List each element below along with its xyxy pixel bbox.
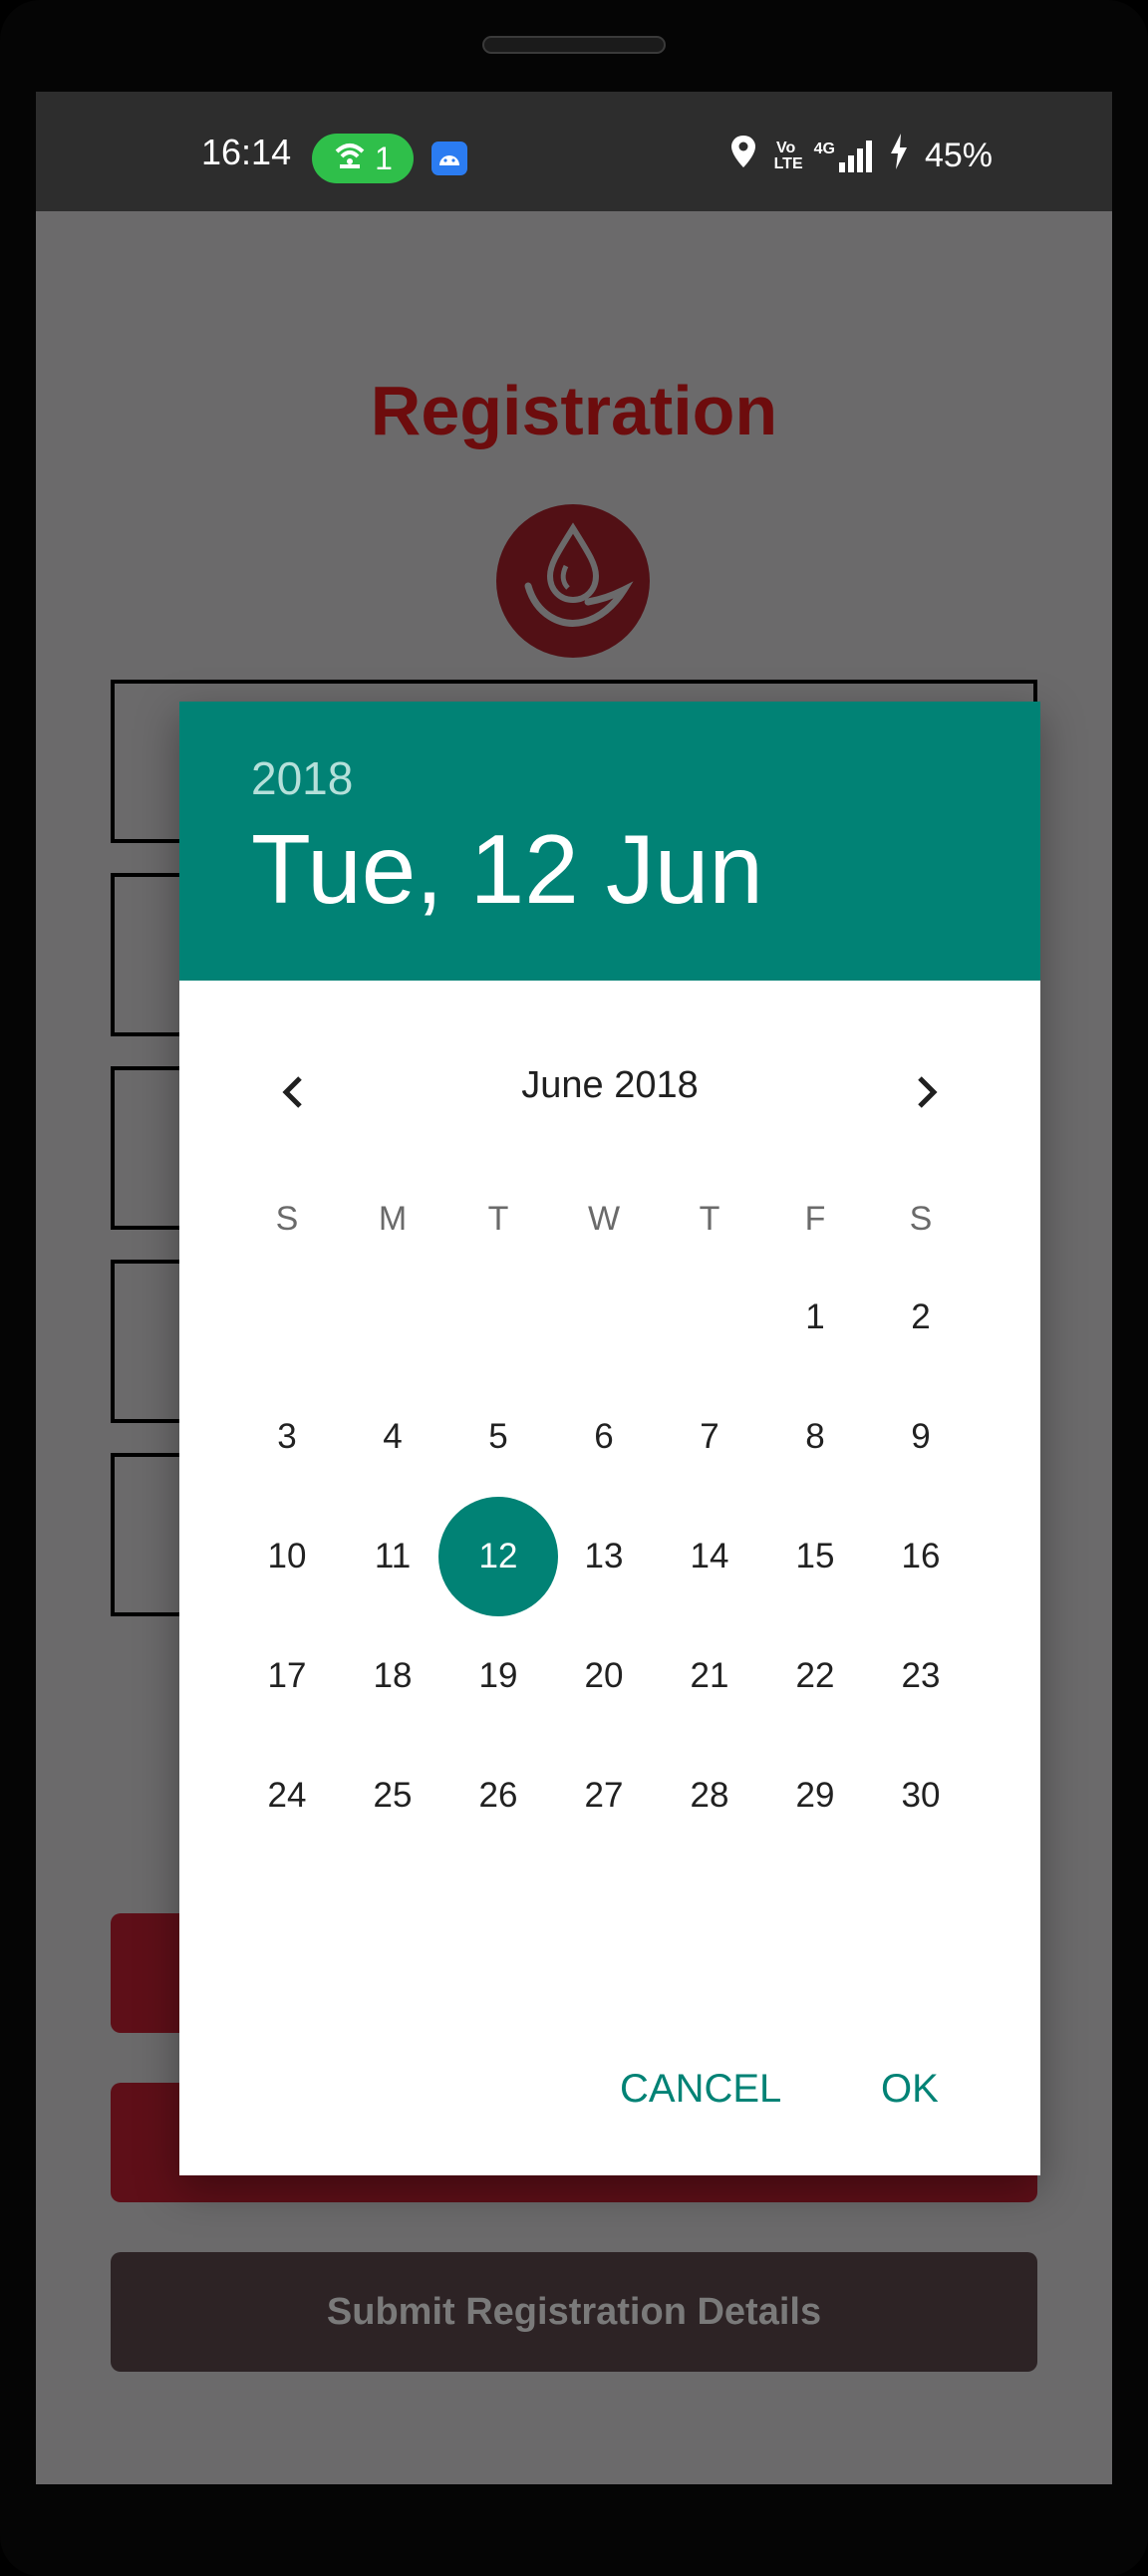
calendar-day[interactable]: 4 (333, 1377, 452, 1497)
calendar-day[interactable]: 26 (438, 1736, 558, 1856)
weekday-label: T (699, 1200, 720, 1238)
status-time: 16:14 (201, 132, 292, 172)
calendar-day[interactable]: 23 (861, 1616, 981, 1736)
charging-icon (889, 134, 909, 178)
android-notification-icon (431, 142, 467, 175)
calendar-day[interactable]: 30 (861, 1736, 981, 1856)
battery-percent: 45% (924, 137, 993, 174)
weekday-label: F (804, 1200, 826, 1238)
calendar-day[interactable]: 24 (227, 1736, 347, 1856)
signal-icon: 4G (813, 140, 873, 172)
calendar-day[interactable]: 8 (755, 1377, 875, 1497)
submit-registration-button[interactable]: Submit Registration Details (111, 2252, 1037, 2372)
calendar-day[interactable]: 15 (755, 1497, 875, 1616)
calendar-day[interactable]: 17 (227, 1616, 347, 1736)
hotspot-icon (333, 140, 367, 177)
calendar-day[interactable]: 27 (544, 1736, 664, 1856)
selected-day[interactable]: 12 (438, 1497, 558, 1616)
submit-registration-label: Submit Registration Details (326, 2290, 822, 2333)
calendar-day[interactable]: 1 (755, 1258, 875, 1377)
weekday-label: T (487, 1200, 509, 1238)
calendar-day[interactable]: 13 (544, 1497, 664, 1616)
next-month-button[interactable] (895, 1060, 959, 1124)
ok-button[interactable]: OK (881, 2067, 939, 2112)
calendar-day[interactable]: 3 (227, 1377, 347, 1497)
location-icon (728, 134, 758, 178)
hotspot-indicator: 1 (312, 134, 414, 183)
calendar-day[interactable]: 11 (333, 1497, 452, 1616)
network-type: 4G (813, 140, 835, 157)
calendar-day[interactable]: 9 (861, 1377, 981, 1497)
chevron-right-icon (918, 1076, 938, 1108)
blood-drop-hand-logo (496, 504, 650, 658)
phone-frame: 16:14 1 Vo LTE 4G 45% Registration Submi… (0, 0, 1148, 2576)
page-title: Registration (370, 372, 778, 449)
calendar-day[interactable]: 14 (650, 1497, 769, 1616)
dialog-actions: CANCEL OK (179, 2047, 1040, 2147)
calendar-day[interactable]: 29 (755, 1736, 875, 1856)
screen: 16:14 1 Vo LTE 4G 45% Registration Submi… (36, 92, 1112, 2484)
calendar-day[interactable]: 10 (227, 1497, 347, 1616)
calendar-day[interactable]: 6 (544, 1377, 664, 1497)
status-bar: 16:14 1 Vo LTE 4G 45% (36, 92, 1112, 211)
calendar-day[interactable]: 20 (544, 1616, 664, 1736)
date-picker-dialog: 2018 Tue, 12 Jun June 2018 SMTWTFS 12345… (179, 702, 1040, 2175)
weekday-header-row: SMTWTFS (179, 1200, 1040, 1260)
calendar-day[interactable]: 22 (755, 1616, 875, 1736)
weekday-label: M (378, 1200, 408, 1238)
calendar-day[interactable]: 25 (333, 1736, 452, 1856)
hotspot-count: 1 (375, 140, 393, 176)
weekday-label: S (909, 1200, 933, 1238)
calendar-day[interactable]: 2 (861, 1258, 981, 1377)
cancel-button[interactable]: CANCEL (620, 2067, 781, 2112)
weekday-label: S (275, 1200, 299, 1238)
calendar-day[interactable]: 21 (650, 1616, 769, 1736)
calendar-day[interactable]: 19 (438, 1616, 558, 1736)
speaker-grille (482, 36, 666, 54)
calendar-day[interactable]: 18 (333, 1616, 452, 1736)
weekday-label: W (587, 1200, 621, 1238)
calendar-day[interactable]: 5 (438, 1377, 558, 1497)
date-picker-header: 2018 Tue, 12 Jun (179, 702, 1040, 981)
calendar-day[interactable]: 28 (650, 1736, 769, 1856)
calendar-day[interactable]: 16 (861, 1497, 981, 1616)
month-navigation: June 2018 (179, 1052, 1040, 1132)
calendar-day[interactable]: 7 (650, 1377, 769, 1497)
volte-label: Vo LTE (773, 139, 803, 172)
selected-date-display[interactable]: Tue, 12 Jun (251, 813, 763, 926)
year-selector[interactable]: 2018 (251, 751, 353, 805)
status-icons: Vo LTE 4G 45% (728, 134, 993, 178)
